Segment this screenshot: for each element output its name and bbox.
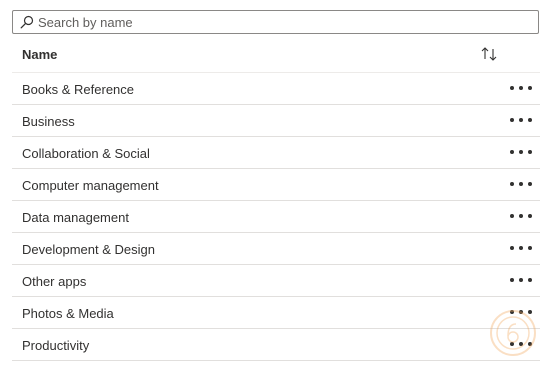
list-item-label: Other apps bbox=[22, 274, 87, 289]
list-item[interactable]: Productivity bbox=[12, 329, 540, 361]
list-item-label: Development & Design bbox=[22, 242, 155, 257]
list-item-label: Data management bbox=[22, 210, 129, 225]
list-item[interactable]: Books & Reference bbox=[12, 73, 540, 105]
more-options-button[interactable] bbox=[506, 204, 536, 228]
sort-arrows-icon[interactable] bbox=[480, 45, 500, 63]
list-item[interactable]: Other apps bbox=[12, 265, 540, 297]
more-options-button[interactable] bbox=[506, 140, 536, 164]
table-header: Name bbox=[12, 36, 540, 73]
more-options-button[interactable] bbox=[506, 236, 536, 260]
list-item-label: Computer management bbox=[22, 178, 159, 193]
more-horizontal-icon bbox=[510, 240, 532, 256]
more-options-button[interactable] bbox=[506, 172, 536, 196]
list-item[interactable]: Development & Design bbox=[12, 233, 540, 265]
more-horizontal-icon bbox=[510, 304, 532, 320]
list-item[interactable]: Data management bbox=[12, 201, 540, 233]
more-horizontal-icon bbox=[510, 80, 532, 96]
more-options-button[interactable] bbox=[506, 300, 536, 324]
search-icon bbox=[18, 13, 36, 31]
list-item[interactable]: Collaboration & Social bbox=[12, 137, 540, 169]
more-options-button[interactable] bbox=[506, 332, 536, 356]
more-horizontal-icon bbox=[510, 144, 532, 160]
more-options-button[interactable] bbox=[506, 76, 536, 100]
search-input[interactable] bbox=[36, 12, 518, 32]
column-header-name[interactable]: Name bbox=[22, 47, 57, 62]
list-item-label: Books & Reference bbox=[22, 82, 135, 97]
list-item-label: Productivity bbox=[22, 338, 90, 353]
more-options-button[interactable] bbox=[506, 108, 536, 132]
more-horizontal-icon bbox=[510, 208, 532, 224]
list-item-label: Photos & Media bbox=[22, 306, 114, 321]
list-item[interactable]: Photos & Media bbox=[12, 297, 540, 329]
more-horizontal-icon bbox=[510, 336, 532, 352]
search-box[interactable] bbox=[12, 10, 539, 34]
category-list: Books & Reference Business Collaboration &… bbox=[12, 73, 540, 361]
more-options-button[interactable] bbox=[506, 268, 536, 292]
list-item-label: Collaboration & Social bbox=[22, 146, 150, 161]
list-item-label: Business bbox=[22, 114, 75, 129]
more-horizontal-icon bbox=[510, 176, 532, 192]
list-item[interactable]: Computer management bbox=[12, 169, 540, 201]
more-horizontal-icon bbox=[510, 272, 532, 288]
list-item[interactable]: Business bbox=[12, 105, 540, 137]
category-list-panel: Name Books & Reference Business Collaborat… bbox=[12, 10, 540, 361]
more-horizontal-icon bbox=[510, 112, 532, 128]
